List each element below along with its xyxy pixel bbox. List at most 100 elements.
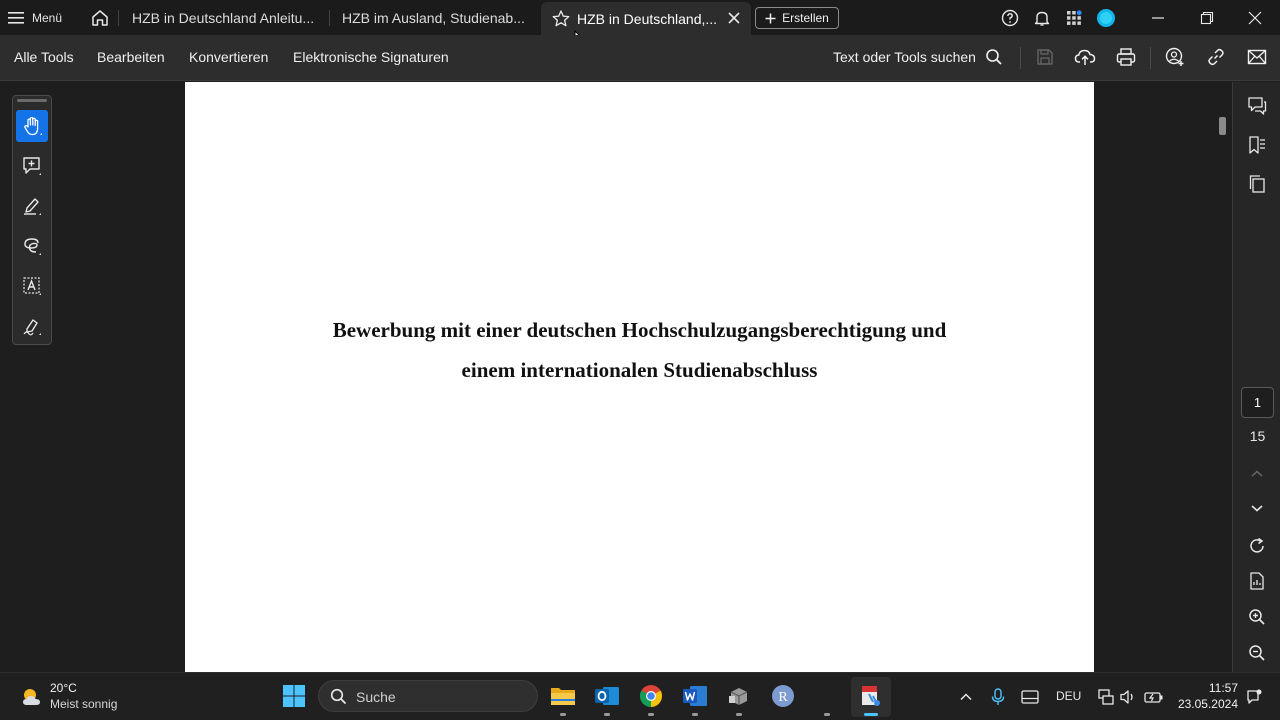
add-comment-tool-button[interactable] bbox=[16, 150, 48, 182]
pen-sign-icon bbox=[21, 315, 43, 337]
search-icon[interactable] bbox=[982, 45, 1006, 69]
restore-window-icon[interactable] bbox=[1196, 7, 1218, 29]
apps-grid-icon[interactable] bbox=[1063, 7, 1085, 29]
running-indicator bbox=[736, 713, 742, 716]
svg-text:R: R bbox=[778, 690, 788, 705]
active-indicator bbox=[864, 713, 878, 716]
battery-icon[interactable] bbox=[1144, 687, 1164, 707]
document-heading-line-1: Bewerbung mit einer deutschen Hochschulz… bbox=[332, 318, 947, 342]
running-indicator bbox=[560, 713, 566, 716]
outlook-icon[interactable] bbox=[593, 682, 621, 710]
rail-drag-handle[interactable] bbox=[17, 99, 47, 102]
sun-cloud-icon bbox=[20, 685, 44, 709]
search-icon bbox=[330, 688, 347, 705]
tool-search-label[interactable]: Text oder Tools suchen bbox=[833, 49, 976, 65]
clock-date[interactable]: 23.05.2024 bbox=[1168, 697, 1238, 711]
user-avatar-icon[interactable] bbox=[1095, 7, 1117, 29]
bookmarks-panel-icon[interactable] bbox=[1245, 133, 1269, 157]
menu-edit[interactable]: Bearbeiten bbox=[97, 49, 165, 65]
draw-tool-button[interactable] bbox=[16, 230, 48, 262]
taskbar-search-placeholder: Suche bbox=[356, 689, 396, 705]
hamburger-icon bbox=[8, 11, 24, 25]
home-icon bbox=[88, 6, 112, 30]
toolbar-divider bbox=[1020, 47, 1021, 69]
create-button[interactable]: Erstellen bbox=[755, 7, 839, 29]
microphone-icon[interactable] bbox=[988, 687, 1008, 707]
hand-icon bbox=[21, 115, 43, 137]
cloud-upload-icon[interactable] bbox=[1073, 45, 1097, 69]
text-select-tool-button[interactable] bbox=[16, 270, 48, 302]
volume-icon[interactable] bbox=[1118, 687, 1138, 707]
page-up-chevron-icon[interactable] bbox=[1245, 462, 1269, 486]
input-language[interactable]: DEU bbox=[1056, 689, 1081, 703]
chrome-icon[interactable] bbox=[637, 682, 665, 710]
minimize-window-icon[interactable] bbox=[1147, 7, 1169, 29]
menu-all-tools[interactable]: Alle Tools bbox=[14, 49, 74, 65]
menu-convert[interactable]: Konvertieren bbox=[189, 49, 268, 65]
home-button[interactable] bbox=[88, 6, 112, 30]
weather-temperature: 20°C bbox=[50, 681, 77, 695]
print-icon[interactable] bbox=[1114, 45, 1138, 69]
right-panel-rail: 1 15 bbox=[1232, 82, 1280, 672]
show-hidden-icons-chevron[interactable] bbox=[956, 687, 976, 707]
notification-bell-icon[interactable] bbox=[1031, 7, 1053, 29]
toolbar-divider bbox=[1150, 47, 1151, 69]
document-heading-line-2: einem internationalen Studienabschluss bbox=[461, 358, 818, 382]
help-icon[interactable] bbox=[999, 7, 1021, 29]
scrollbar-thumb[interactable] bbox=[1219, 117, 1226, 135]
comment-add-icon bbox=[21, 155, 43, 177]
keyboard-layout-icon[interactable] bbox=[1020, 687, 1040, 707]
close-window-icon[interactable] bbox=[1244, 7, 1266, 29]
weather-widget[interactable] bbox=[20, 685, 44, 709]
hand-tool-button[interactable] bbox=[16, 110, 48, 142]
network-icon[interactable] bbox=[1096, 687, 1116, 707]
taskbar-search[interactable]: Suche bbox=[318, 680, 538, 712]
menu-label: Menü bbox=[32, 11, 63, 25]
pdf-page[interactable]: Bewerbung mit einer deutschen Hochschulz… bbox=[185, 82, 1094, 672]
menu-e-signatures[interactable]: Elektronische Signaturen bbox=[293, 49, 449, 65]
acrobat-icon[interactable] bbox=[857, 682, 885, 710]
quick-tools-rail bbox=[12, 95, 52, 345]
current-page-input[interactable]: 1 bbox=[1241, 387, 1274, 418]
windows-start-icon[interactable] bbox=[280, 682, 308, 710]
running-indicator bbox=[824, 713, 830, 716]
r-app-icon[interactable]: R bbox=[769, 682, 797, 710]
tab-label: HZB in Deutschland Anleitu... bbox=[132, 9, 315, 26]
vertical-scrollbar[interactable] bbox=[1214, 82, 1232, 672]
page-display-icon[interactable] bbox=[1245, 569, 1269, 593]
windows-taskbar: 20°C Meist sonnig Suche R DEU 11:57 23.0… bbox=[0, 672, 1280, 720]
clock-time[interactable]: 11:57 bbox=[1196, 681, 1238, 695]
sign-tool-button[interactable] bbox=[16, 310, 48, 342]
plus-icon bbox=[765, 13, 776, 24]
comments-panel-icon[interactable] bbox=[1245, 94, 1269, 118]
close-tab-icon[interactable] bbox=[727, 11, 741, 25]
rotate-icon[interactable] bbox=[1245, 534, 1269, 558]
file-explorer-icon[interactable] bbox=[549, 682, 577, 710]
running-indicator bbox=[604, 713, 610, 716]
link-icon[interactable] bbox=[1204, 45, 1228, 69]
save-icon[interactable] bbox=[1033, 45, 1057, 69]
weather-description: Meist sonnig bbox=[50, 697, 118, 711]
page-down-chevron-icon[interactable] bbox=[1245, 496, 1269, 520]
text-box-icon bbox=[21, 275, 43, 297]
tab-hzb-deutschland-anleitung[interactable]: HZB in Deutschland Anleitu... bbox=[118, 2, 328, 33]
zoom-in-icon[interactable] bbox=[1245, 605, 1269, 629]
menu-button[interactable]: Menü bbox=[8, 7, 62, 29]
tab-label: HZB im Ausland, Studienab... bbox=[342, 9, 525, 26]
pages-panel-icon[interactable] bbox=[1245, 172, 1269, 196]
vm-app-icon[interactable] bbox=[725, 682, 753, 710]
word-icon[interactable] bbox=[681, 682, 709, 710]
tab-label: HZB in Deutschland,... bbox=[577, 10, 718, 27]
notification-center-icon[interactable] bbox=[1244, 687, 1264, 707]
zoom-out-icon[interactable] bbox=[1245, 641, 1269, 665]
star-icon[interactable] bbox=[551, 9, 571, 29]
highlight-tool-button[interactable] bbox=[16, 190, 48, 222]
main-toolbar: Alle Tools Bearbeiten Konvertieren Elekt… bbox=[0, 35, 1280, 81]
share-user-icon[interactable] bbox=[1163, 45, 1187, 69]
running-indicator bbox=[648, 713, 654, 716]
tab-hzb-deutschland-active[interactable]: HZB in Deutschland,... bbox=[541, 2, 751, 35]
create-label: Erstellen bbox=[782, 11, 829, 25]
tab-hzb-ausland[interactable]: HZB im Ausland, Studienab... bbox=[329, 2, 539, 33]
total-pages: 15 bbox=[1249, 428, 1266, 444]
email-icon[interactable] bbox=[1245, 45, 1269, 69]
